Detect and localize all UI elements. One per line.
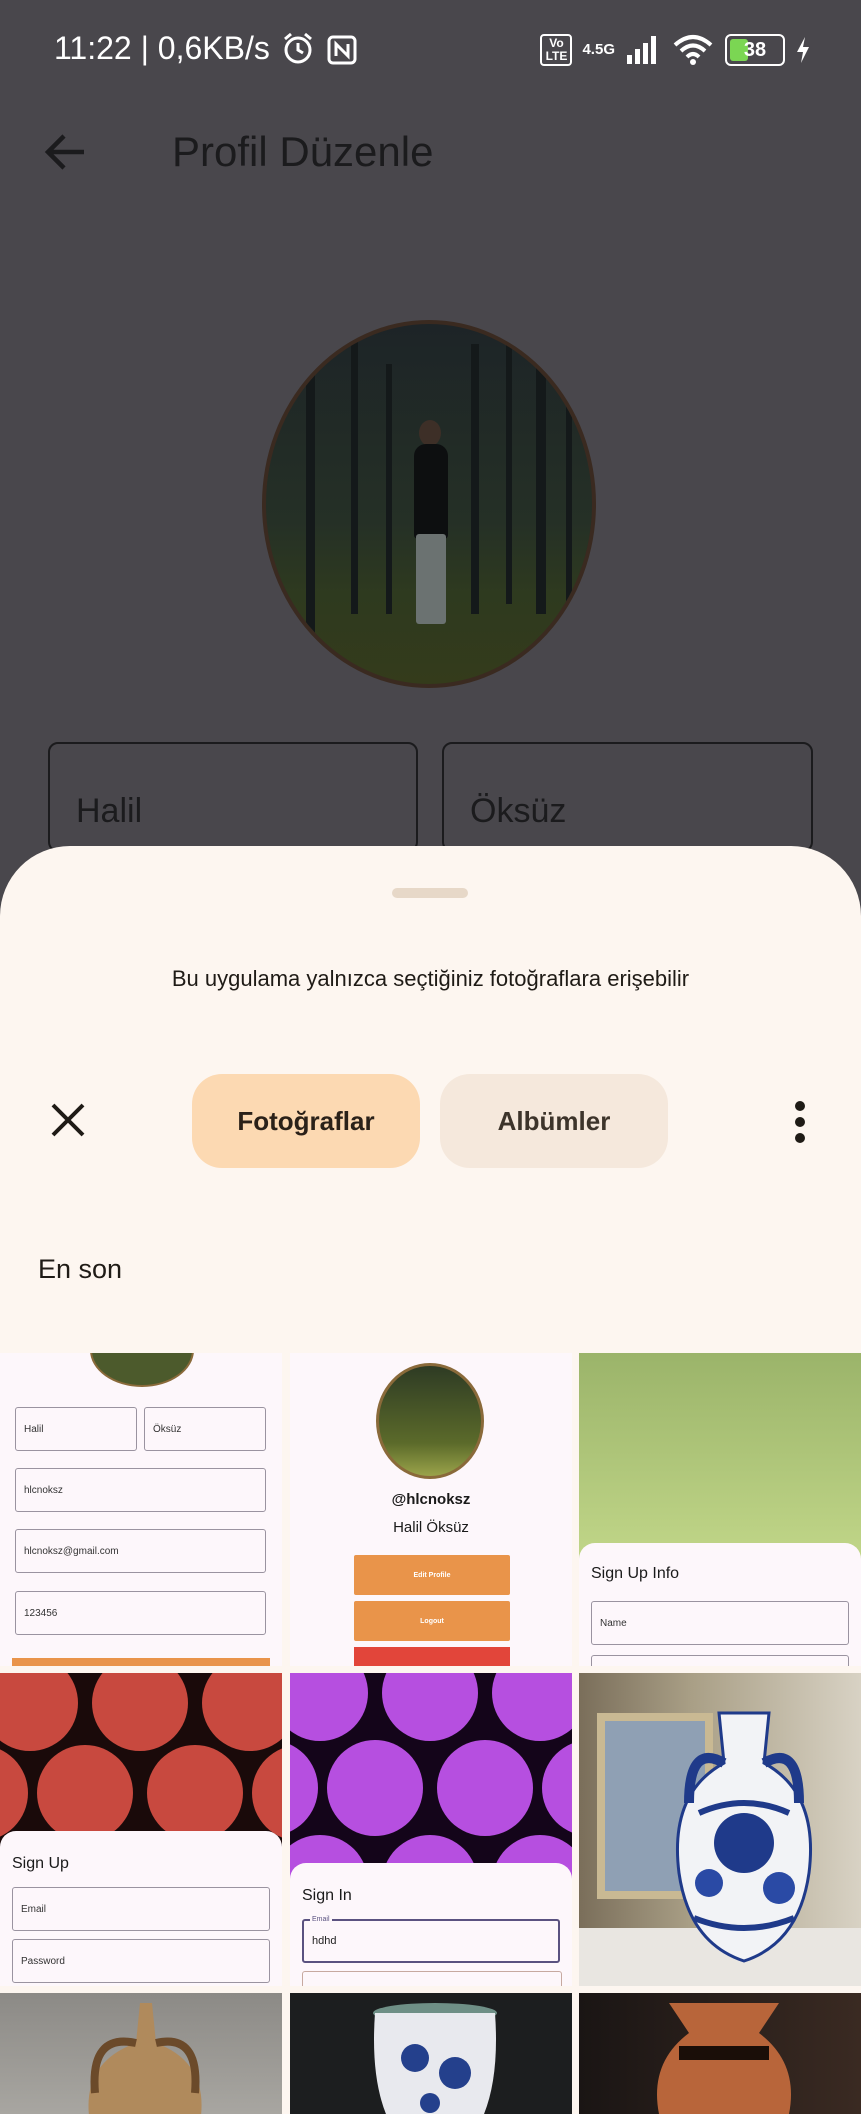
last-name-value: Öksüz (470, 792, 567, 830)
signal-icon (627, 36, 656, 64)
photo-thumbnail[interactable]: Sign Up Info Name (579, 1353, 861, 1666)
alarm-icon (284, 32, 312, 64)
photo-thumbnail[interactable]: Sign Up Email Password (0, 1673, 282, 1986)
vase-image (657, 2003, 791, 2114)
photo-thumbnail[interactable]: Halil Öksüz hlcnoksz hlcnoksz@gmail.com … (0, 1353, 282, 1666)
network-type: 4.5G (582, 41, 615, 58)
photo-thumbnail[interactable] (290, 1993, 572, 2114)
thumb-text: Logout (354, 1601, 510, 1641)
page-title: Profil Düzenle (172, 128, 434, 175)
thumb-text: hdhd (312, 1935, 337, 1947)
thumb-text: Password (12, 1939, 270, 1983)
access-notice: Bu uygulama yalnızca seçtiğiniz fotoğraf… (171, 966, 690, 991)
thumb-text: Halil Öksüz (393, 1519, 469, 1536)
photo-thumbnail[interactable]: @hlcnoksz Halil Öksüz Edit Profile Logou… (290, 1353, 572, 1666)
photo-thumbnail[interactable]: Sign In Email hdhd (290, 1673, 572, 1986)
thumb-text: Name (591, 1601, 849, 1645)
photo-thumbnail[interactable] (579, 1673, 861, 1986)
thumb-text: Sign Up Info (591, 1565, 680, 1582)
drag-handle[interactable] (392, 888, 468, 898)
first-name-value: Halil (76, 792, 143, 830)
thumb-text: Sign In (302, 1887, 352, 1904)
volte-icon: Vo LTE (540, 34, 573, 66)
close-icon[interactable] (50, 1102, 86, 1138)
thumb-text: 123456 (15, 1591, 266, 1635)
thumb-text: Email (12, 1887, 270, 1931)
tab-albums[interactable]: Albümler (440, 1074, 668, 1168)
photo-picker-sheet: Bu uygulama yalnızca seçtiğiniz fotoğraf… (0, 846, 861, 2114)
thumb-text: Email (310, 1916, 332, 1923)
last-name-field[interactable]: Öksüz (442, 742, 813, 852)
battery-level: 38 (743, 38, 767, 61)
thumb-text: Halil (15, 1407, 137, 1451)
vase-image (675, 1711, 813, 1963)
more-options-icon[interactable] (788, 1098, 812, 1146)
section-title-recent: En son (38, 1254, 123, 1284)
thumb-text: Edit Profile (354, 1555, 510, 1595)
photo-thumbnail[interactable] (579, 1993, 861, 2114)
battery-icon: 38 (725, 34, 785, 66)
wifi-icon (673, 35, 713, 65)
photo-thumbnail[interactable] (0, 1993, 282, 2114)
status-time: 11:22 | 0,6KB/s (54, 30, 270, 66)
thumb-text: hlcnoksz@gmail.com (15, 1529, 266, 1573)
back-arrow-icon[interactable] (44, 130, 88, 174)
app-bar: Profil Düzenle (0, 112, 861, 196)
thumb-text: hlcnoksz (15, 1468, 266, 1512)
profile-avatar[interactable] (262, 320, 596, 688)
first-name-field[interactable]: Halil (48, 742, 418, 852)
vase-image (373, 2003, 497, 2114)
thumb-text: @hlcnoksz (391, 1491, 471, 1508)
charging-icon (797, 37, 809, 63)
vase-image (88, 2003, 202, 2114)
thumb-text: Öksüz (144, 1407, 266, 1451)
nfc-icon (327, 35, 357, 65)
thumb-text: Sign Up (12, 1855, 69, 1872)
status-bar: 11:22 | 0,6KB/s Vo LTE 4.5G 38 (0, 0, 861, 104)
tab-photos[interactable]: Fotoğraflar (192, 1074, 420, 1168)
